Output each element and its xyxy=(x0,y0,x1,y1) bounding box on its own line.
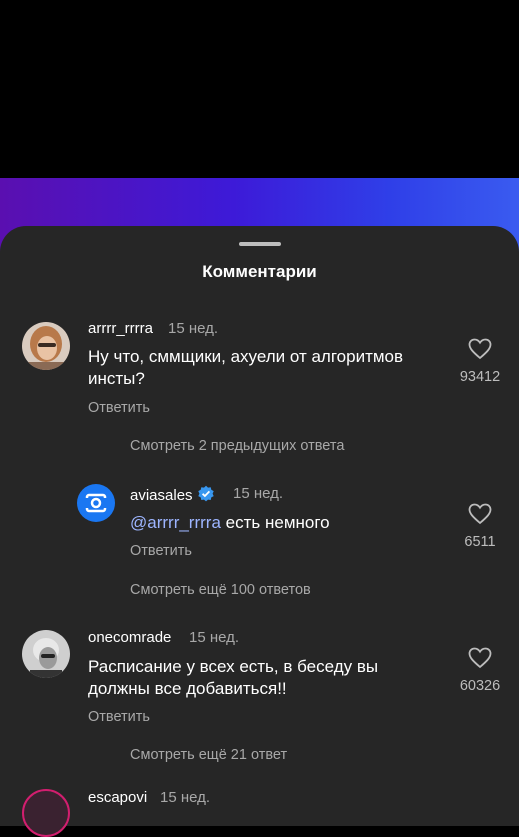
comment-body: есть немного xyxy=(225,513,330,532)
reply-button[interactable]: Ответить xyxy=(88,400,150,416)
comment-username-row: aviasales xyxy=(130,485,215,504)
comment-text: Ну что, сммщики, ахуели от алгоритмов ин… xyxy=(88,347,404,388)
comment-time: 15 нед. xyxy=(189,629,240,646)
like-count: 6511 xyxy=(464,534,496,550)
view-replies-button[interactable]: Смотреть 2 предыдущих ответа xyxy=(130,438,344,454)
avatar[interactable] xyxy=(22,630,70,678)
comment-username[interactable]: arrrr_rrrra xyxy=(88,320,153,337)
avatar[interactable] xyxy=(22,322,70,370)
drag-handle[interactable] xyxy=(239,242,281,246)
mention-link[interactable]: @arrrr_rrrra xyxy=(130,513,221,532)
view-replies-button[interactable]: Смотреть ещё 21 ответ xyxy=(130,747,287,763)
comment-username[interactable]: onecomrade xyxy=(88,629,171,646)
verified-badge-icon xyxy=(197,485,214,502)
comment-time: 15 нед. xyxy=(168,320,219,337)
like-count: 93412 xyxy=(459,369,501,385)
like-heart-icon[interactable] xyxy=(468,647,492,669)
comment-time: 15 нед. xyxy=(160,789,211,806)
comment-text: Расписание у всех есть, в беседу вы долж… xyxy=(88,657,379,698)
like-heart-icon[interactable] xyxy=(468,503,492,525)
comments-sheet: Комментарии arrrr_rrrra 15 нед. Ну что, … xyxy=(0,226,519,837)
view-replies-button[interactable]: Смотреть ещё 100 ответов xyxy=(130,582,311,598)
comment-text: @arrrr_rrrra есть немного xyxy=(130,512,450,534)
like-heart-icon[interactable] xyxy=(468,338,492,360)
avatar[interactable] xyxy=(22,789,70,837)
sheet-title: Комментарии xyxy=(202,262,317,281)
video-area xyxy=(0,0,519,178)
comment-time: 15 нед. xyxy=(233,485,284,502)
comment-username[interactable]: escapovi xyxy=(88,789,147,806)
avatar[interactable] xyxy=(77,484,115,522)
reply-button[interactable]: Ответить xyxy=(88,709,150,725)
comment-username[interactable]: aviasales xyxy=(130,487,193,504)
reply-button[interactable]: Ответить xyxy=(130,543,192,559)
like-count: 60326 xyxy=(459,678,501,694)
